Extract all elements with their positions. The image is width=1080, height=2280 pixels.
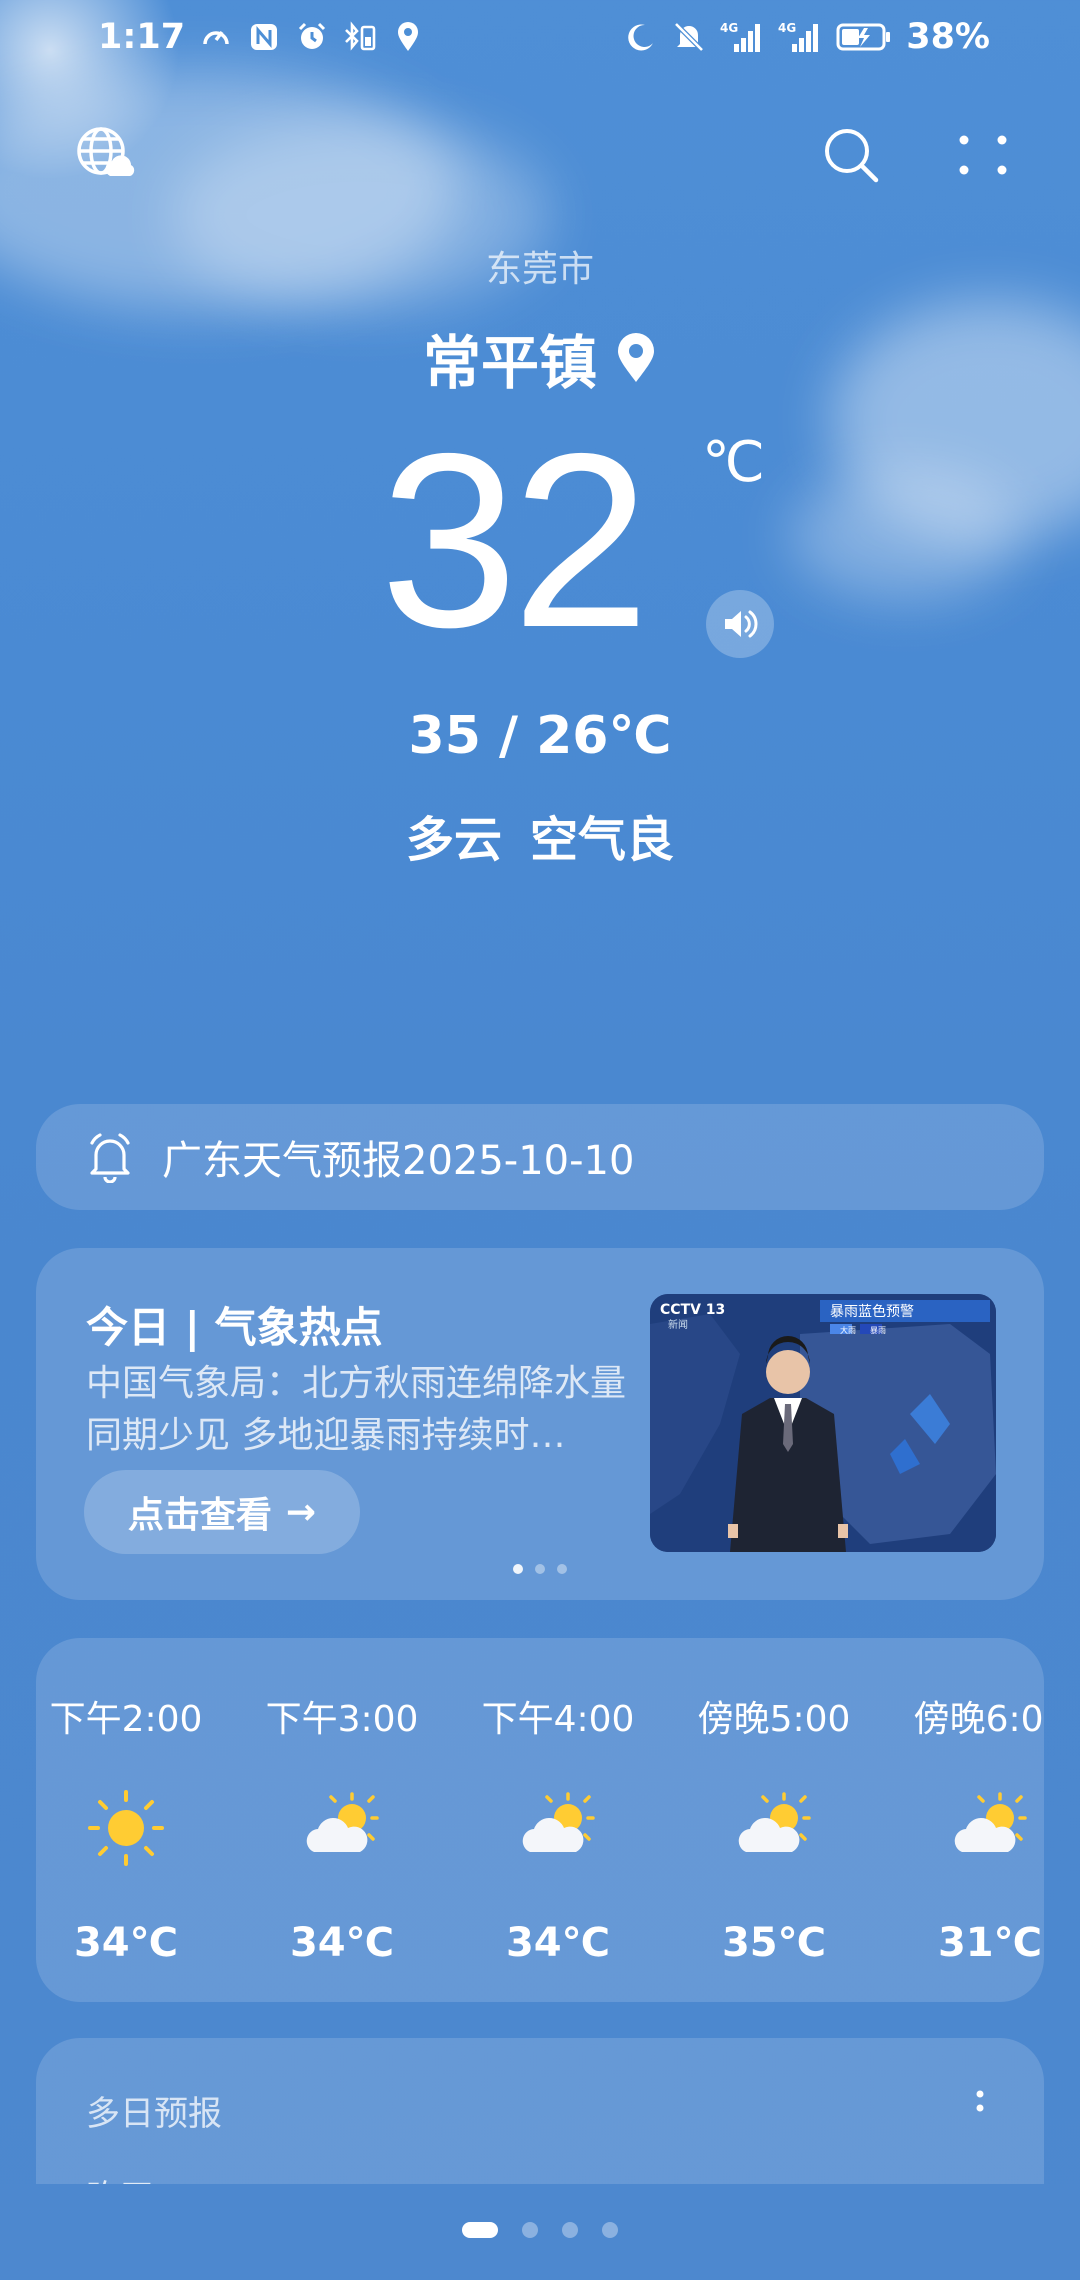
- svg-text:新闻: 新闻: [668, 1318, 688, 1331]
- temperature-range: 35 / 26℃: [408, 706, 672, 766]
- more-vertical-icon[interactable]: [960, 2082, 1000, 2132]
- globe-cloud-icon: [77, 127, 135, 176]
- location-icon: [391, 20, 425, 54]
- page-dot: [462, 2222, 498, 2238]
- status-time: 1:17: [98, 17, 186, 57]
- page-dot: [522, 2222, 538, 2238]
- page-dot: [602, 2222, 618, 2238]
- arrow-right-icon: →: [285, 1491, 317, 1533]
- condition-text: 多云: [405, 812, 502, 868]
- hour-temp: 35℃: [721, 1920, 827, 1966]
- multi-day-title: 多日预报: [86, 2094, 222, 2134]
- city-name: 东莞市: [485, 249, 594, 290]
- hour-time: 下午3:00: [265, 1699, 419, 1740]
- speaker-icon: [725, 610, 758, 638]
- hour-temp: 34℃: [289, 1920, 395, 1966]
- svg-text:4G: 4G: [778, 21, 796, 35]
- signal-icon: 4G: [778, 20, 822, 54]
- location-header: 东莞市 常平镇: [0, 240, 1080, 400]
- voice-broadcast-button[interactable]: [706, 590, 774, 658]
- hour-time: 傍晚6:00: [913, 1699, 1044, 1740]
- weather-condition: 多云 空气良: [0, 800, 1080, 870]
- town-name[interactable]: 常平镇: [423, 316, 597, 400]
- hour-time: 下午4:00: [481, 1699, 635, 1740]
- speedometer-icon: [199, 20, 233, 54]
- mute-icon: [672, 20, 706, 54]
- hour-temp: 34℃: [73, 1920, 179, 1966]
- signal-icon: 4G: [720, 20, 764, 54]
- hourly-item: 傍晚5:00 35℃: [674, 1690, 874, 1966]
- hourly-forecast-card[interactable]: 下午2:00 34℃ 下午3:00 34℃ 下午4:00 34℃ 傍晚5:00: [36, 1638, 1044, 2002]
- more-dots-icon: [959, 135, 1007, 175]
- svg-text:大雨: 大雨: [840, 1325, 856, 1335]
- current-temperature: 32 ℃: [0, 410, 1080, 670]
- hour-temp: 31℃: [937, 1920, 1043, 1966]
- svg-text:暴雨蓝色预警: 暴雨蓝色预警: [830, 1303, 914, 1320]
- view-details-button[interactable]: 点击查看 →: [84, 1470, 360, 1554]
- location-pin-icon: [618, 333, 654, 382]
- partly-cloudy-icon: [954, 1792, 1027, 1852]
- battery-percent: 38%: [906, 17, 990, 57]
- search-button[interactable]: [820, 124, 882, 186]
- alert-text: 广东天气预报2025-10-10: [162, 1138, 635, 1184]
- hourly-item: 下午4:00 34℃: [458, 1690, 658, 1966]
- moon-icon: [624, 20, 658, 54]
- hotspot-title: 今日 | 气象热点: [86, 1303, 383, 1352]
- temperature-unit: ℃: [702, 430, 765, 495]
- news-video-thumbnail[interactable]: 暴雨蓝色预警 大雨 暴雨 CCTV 13 新闻: [650, 1294, 996, 1552]
- hour-temp: 34℃: [505, 1920, 611, 1966]
- carousel-dot: [557, 1564, 567, 1574]
- svg-text:4G: 4G: [720, 21, 738, 35]
- carousel-dot: [513, 1564, 523, 1574]
- bell-icon: [90, 1133, 130, 1183]
- hotspot-carousel-dots: [36, 1564, 1044, 1574]
- hourly-item: 傍晚6:00 31℃: [890, 1690, 1044, 1966]
- status-bar: 1:17 4G 4G 38%: [0, 0, 1080, 74]
- city-page-indicator[interactable]: [0, 2222, 1080, 2238]
- alarm-icon: [295, 20, 329, 54]
- weather-news-image: 暴雨蓝色预警 大雨 暴雨 CCTV 13 新闻: [650, 1294, 996, 1552]
- city-manage-button[interactable]: [74, 124, 136, 186]
- sun-icon: [88, 1790, 164, 1866]
- partly-cloudy-icon: [522, 1792, 595, 1852]
- temperature-value: 32: [380, 401, 650, 679]
- air-quality-text[interactable]: 空气良: [530, 800, 674, 870]
- hotspot-description: 中国气象局：北方秋雨连绵降水量同期少见 多地迎暴雨持续时…: [86, 1363, 627, 1456]
- nfc-icon: [247, 20, 281, 54]
- svg-text:暴雨: 暴雨: [870, 1326, 886, 1335]
- view-details-label: 点击查看: [127, 1495, 272, 1536]
- weather-hotspot-card[interactable]: 今日 | 气象热点 中国气象局：北方秋雨连绵降水量同期少见 多地迎暴雨持续时… …: [36, 1248, 1044, 1600]
- hour-time: 傍晚5:00: [697, 1699, 851, 1740]
- partly-cloudy-icon: [738, 1792, 811, 1852]
- svg-text:CCTV 13: CCTV 13: [660, 1302, 725, 1318]
- bluetooth-battery-icon: [343, 20, 377, 54]
- weather-alert-card[interactable]: 广东天气预报2025-10-10: [36, 1104, 1044, 1210]
- top-bar: [0, 110, 1080, 190]
- carousel-dot: [535, 1564, 545, 1574]
- page-dot: [562, 2222, 578, 2238]
- more-menu-button[interactable]: [952, 124, 1014, 186]
- search-icon: [825, 129, 879, 183]
- hourly-item: 下午3:00 34℃: [242, 1690, 442, 1966]
- hour-time: 下午2:00: [49, 1699, 203, 1740]
- partly-cloudy-icon: [306, 1792, 379, 1852]
- battery-charging-icon: [836, 20, 892, 54]
- hourly-item: 下午2:00 34℃: [36, 1690, 226, 1966]
